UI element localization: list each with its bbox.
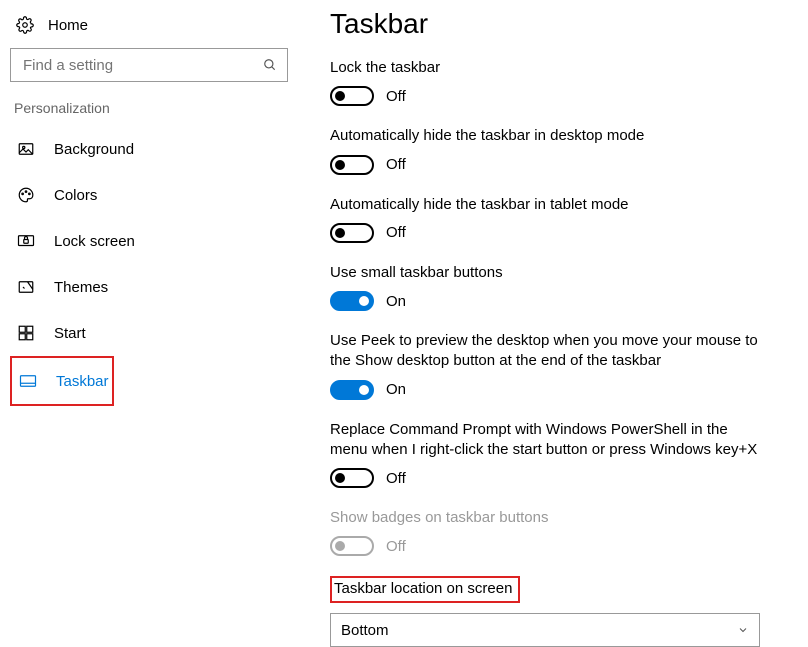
sidebar-item-label: Lock screen [54, 233, 135, 250]
themes-icon [16, 278, 36, 296]
sidebar-item-taskbar[interactable]: Taskbar [12, 358, 112, 404]
sidebar-item-lock-screen[interactable]: Lock screen [10, 218, 288, 264]
sidebar-item-label: Start [54, 325, 86, 342]
taskbar-icon [18, 372, 38, 390]
lock-screen-icon [16, 232, 36, 250]
toggle-state: Off [386, 538, 406, 555]
sidebar-item-start[interactable]: Start [10, 310, 288, 356]
section-header: Personalization [10, 100, 300, 126]
toggle-state: Off [386, 224, 406, 241]
toggle-small-buttons[interactable] [330, 291, 374, 311]
dropdown-value: Bottom [341, 622, 389, 639]
setting-label-hide-desktop: Automatically hide the taskbar in deskto… [330, 126, 760, 146]
sidebar: Home Personalization Background [0, 0, 300, 647]
setting-label-hide-tablet: Automatically hide the taskbar in tablet… [330, 195, 760, 215]
gear-icon [16, 16, 34, 34]
toggle-state: Off [386, 156, 406, 173]
toggle-state: On [386, 381, 406, 398]
sidebar-item-label: Colors [54, 187, 97, 204]
setting-label-badges: Show badges on taskbar buttons [330, 508, 760, 528]
sidebar-item-background[interactable]: Background [10, 126, 288, 172]
toggle-lock[interactable] [330, 86, 374, 106]
sidebar-item-label: Background [54, 141, 134, 158]
palette-icon [16, 186, 36, 204]
toggle-hide-desktop[interactable] [330, 155, 374, 175]
sidebar-item-label: Themes [54, 279, 108, 296]
location-dropdown[interactable]: Bottom [330, 613, 760, 647]
search-input-container[interactable] [10, 48, 288, 82]
home-nav[interactable]: Home [10, 10, 300, 48]
location-title-highlight: Taskbar location on screen [330, 576, 520, 603]
setting-label-powershell: Replace Command Prompt with Windows Powe… [330, 420, 760, 461]
toggle-state: Off [386, 470, 406, 487]
setting-label-lock: Lock the taskbar [330, 58, 760, 78]
location-title: Taskbar location on screen [334, 580, 512, 597]
start-icon [16, 324, 36, 342]
sidebar-item-taskbar-highlight: Taskbar [10, 356, 114, 406]
search-icon [263, 58, 277, 72]
chevron-down-icon [737, 624, 749, 636]
setting-label-peek: Use Peek to preview the desktop when you… [330, 331, 760, 372]
search-input[interactable] [21, 56, 263, 75]
toggle-peek[interactable] [330, 380, 374, 400]
setting-label-small-buttons: Use small taskbar buttons [330, 263, 760, 283]
sidebar-item-colors[interactable]: Colors [10, 172, 288, 218]
page-title: Taskbar [330, 8, 778, 40]
home-label: Home [48, 17, 88, 34]
sidebar-item-themes[interactable]: Themes [10, 264, 288, 310]
main-content: Taskbar Lock the taskbar Off Automatical… [300, 0, 808, 647]
toggle-state: Off [386, 88, 406, 105]
toggle-hide-tablet[interactable] [330, 223, 374, 243]
toggle-state: On [386, 293, 406, 310]
toggle-badges [330, 536, 374, 556]
sidebar-item-label: Taskbar [56, 373, 109, 390]
picture-icon [16, 140, 36, 158]
toggle-powershell[interactable] [330, 468, 374, 488]
